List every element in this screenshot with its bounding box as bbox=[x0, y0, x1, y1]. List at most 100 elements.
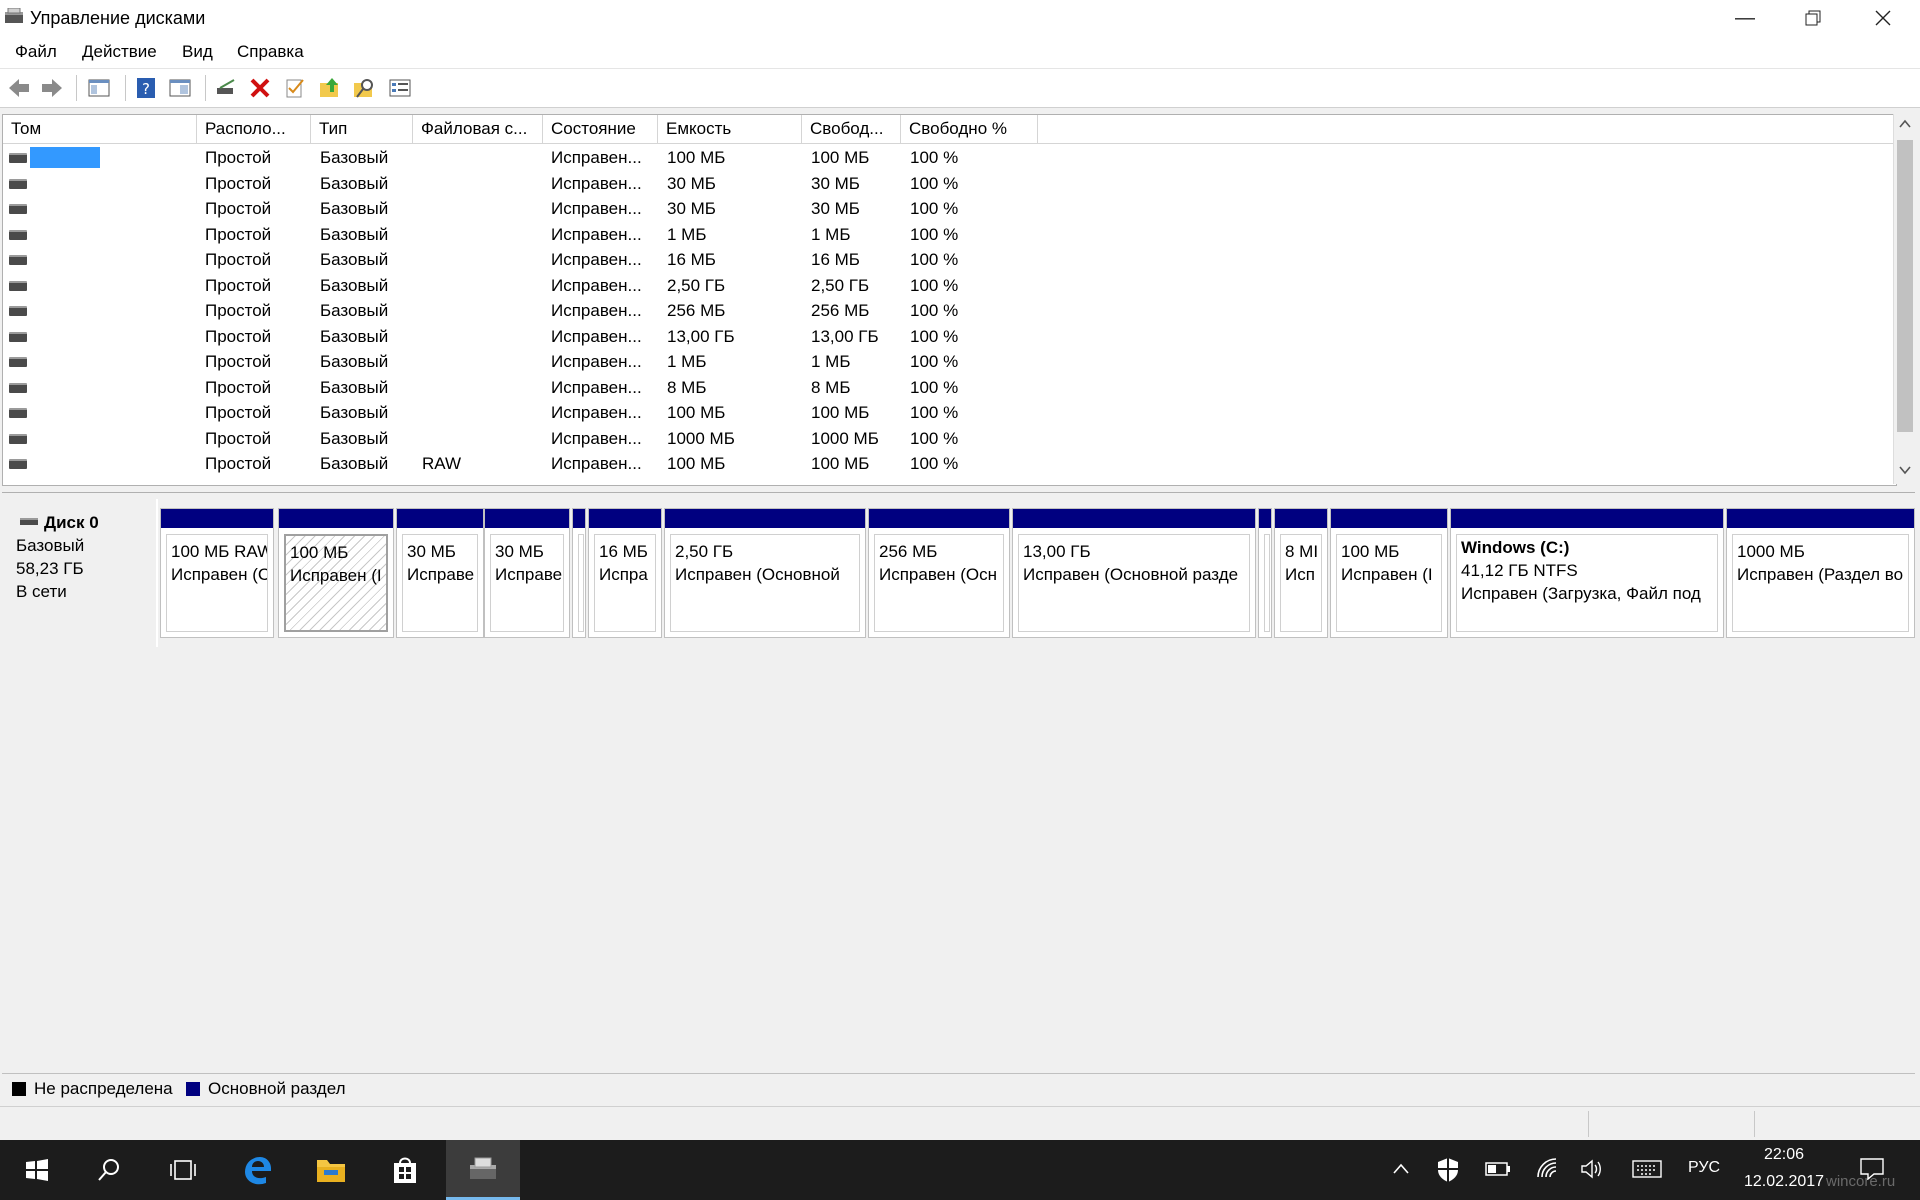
delete-icon[interactable] bbox=[248, 76, 272, 100]
column-header-capacity[interactable]: Емкость bbox=[658, 115, 802, 143]
volume-row[interactable]: Простой Базовый Исправен... 1 МБ 1 МБ 100 % bbox=[3, 349, 1873, 375]
column-header-status[interactable]: Состояние bbox=[543, 115, 658, 143]
clock-time[interactable]: 22:06 bbox=[1764, 1146, 1804, 1164]
edge-button[interactable] bbox=[220, 1140, 294, 1200]
volume-capacity: 30 МБ bbox=[667, 173, 716, 193]
column-header-type[interactable]: Тип bbox=[311, 115, 413, 143]
connect-icon[interactable] bbox=[214, 76, 238, 100]
volume-icon[interactable] bbox=[1580, 1158, 1604, 1180]
scroll-up-icon[interactable] bbox=[1899, 119, 1911, 129]
volume-drive-icon bbox=[9, 306, 27, 316]
list-view-icon[interactable] bbox=[388, 76, 412, 100]
upload-folder-icon[interactable] bbox=[318, 76, 342, 100]
volume-status: Исправен... bbox=[551, 199, 642, 218]
console-tree-icon[interactable] bbox=[87, 76, 111, 100]
help-icon[interactable]: ? bbox=[134, 76, 158, 100]
partition-block[interactable]: 100 МБ Исправен (I bbox=[1330, 508, 1448, 638]
partition-block[interactable]: 2,50 ГБ Исправен (Основной bbox=[664, 508, 866, 638]
column-header-layout[interactable]: Располо... bbox=[197, 115, 311, 143]
volume-free-percent: 100 % bbox=[910, 377, 959, 397]
scroll-down-icon[interactable] bbox=[1899, 465, 1911, 475]
properties-check-icon[interactable] bbox=[283, 76, 307, 100]
volume-row[interactable]: Простой Базовый Исправен... 16 МБ 16 МБ 100 % bbox=[3, 247, 1873, 273]
partition-block[interactable]: 100 МБ RAW Исправен (С bbox=[160, 508, 274, 638]
partition-size: 256 МБ bbox=[879, 542, 938, 561]
partition-block[interactable]: 100 МБ Исправен (I bbox=[278, 508, 394, 638]
volume-row[interactable]: Простой Базовый Исправен... 30 МБ 30 МБ 100 % bbox=[3, 196, 1873, 222]
column-header-volume[interactable]: Том bbox=[3, 115, 197, 143]
search-folder-icon[interactable] bbox=[352, 76, 376, 100]
partition-block[interactable] bbox=[1258, 508, 1272, 638]
volume-status: Исправен... bbox=[551, 377, 642, 397]
toolbar-separator bbox=[205, 75, 206, 101]
partition-status: Исправен (Осн bbox=[879, 565, 998, 584]
menu-view[interactable]: Вид bbox=[182, 42, 213, 62]
partition-block[interactable]: 1000 МБ Исправен (Раздел во bbox=[1726, 508, 1915, 638]
volume-row[interactable]: Простой Базовый Исправен... 100 МБ 100 МБ 100… bbox=[3, 145, 1873, 171]
volume-free-space: 1 МБ bbox=[811, 352, 851, 371]
partition-details: 100 МБ Исправен (I bbox=[1336, 534, 1442, 632]
scrollbar-thumb[interactable] bbox=[1897, 140, 1913, 432]
volume-free-percent: 100 % bbox=[910, 224, 959, 244]
search-button[interactable] bbox=[72, 1140, 146, 1200]
close-button[interactable] bbox=[1848, 0, 1918, 36]
partition-type-bar bbox=[1451, 509, 1723, 528]
partition-block[interactable]: 256 МБ Исправен (Осн bbox=[868, 508, 1010, 638]
volume-row[interactable]: Простой Базовый Исправен... 1 МБ 1 МБ 100 % bbox=[3, 222, 1873, 248]
selected-volume-highlight[interactable] bbox=[30, 147, 100, 168]
volume-row[interactable]: Простой Базовый Исправен... 256 МБ 256 МБ 100… bbox=[3, 298, 1873, 324]
column-header-free-space[interactable]: Свобод... bbox=[802, 115, 901, 143]
partition-size: 100 МБ RAW bbox=[171, 542, 268, 561]
back-icon[interactable] bbox=[7, 76, 31, 100]
minimize-icon: — bbox=[1735, 6, 1755, 29]
partition-block[interactable]: 8 МІ Исп bbox=[1274, 508, 1328, 638]
volume-row[interactable]: Простой Базовый Исправен... 30 МБ 30 МБ 100 % bbox=[3, 171, 1873, 197]
partition-block[interactable]: 13,00 ГБ Исправен (Основной разде bbox=[1012, 508, 1256, 638]
volume-drive-icon bbox=[9, 408, 27, 418]
keyboard-icon[interactable] bbox=[1632, 1159, 1662, 1179]
volume-drive-icon bbox=[9, 357, 27, 367]
volume-row[interactable]: Простой Базовый Исправен... 8 МБ 8 МБ 100 % bbox=[3, 375, 1873, 401]
wifi-icon[interactable] bbox=[1536, 1157, 1560, 1181]
partition-status: Исправен (I bbox=[290, 566, 382, 585]
volume-type: Базовый bbox=[320, 428, 389, 448]
partition-block[interactable] bbox=[572, 508, 586, 638]
task-view-button[interactable] bbox=[146, 1140, 220, 1200]
start-button[interactable] bbox=[0, 1140, 74, 1200]
battery-icon[interactable] bbox=[1485, 1161, 1511, 1177]
start-icon bbox=[26, 1159, 48, 1181]
minimize-button[interactable]: — bbox=[1710, 0, 1780, 36]
store-button[interactable] bbox=[368, 1140, 442, 1200]
restore-button[interactable] bbox=[1778, 0, 1848, 36]
volume-layout: Простой bbox=[205, 326, 272, 346]
volume-row[interactable]: Простой Базовый RAW Исправен... 100 МБ 100 МБ… bbox=[3, 451, 1873, 477]
column-header-free-percent[interactable]: Свободно % bbox=[901, 115, 1038, 143]
volume-row[interactable]: Простой Базовый Исправен... 100 МБ 100 МБ 100… bbox=[3, 400, 1873, 426]
forward-icon[interactable] bbox=[40, 76, 64, 100]
chevron-up-icon[interactable] bbox=[1392, 1162, 1410, 1176]
column-header-filesystem[interactable]: Файловая с... bbox=[413, 115, 543, 143]
partition-block[interactable]: Windows (C:) 41,12 ГБ NTFS Исправен (Загру… bbox=[1450, 508, 1724, 638]
partition-block[interactable]: 16 МБ Испра bbox=[588, 508, 662, 638]
disk-icon bbox=[20, 518, 38, 525]
defender-icon[interactable] bbox=[1437, 1157, 1459, 1183]
disk-0-label[interactable]: Диск 0 Базовый 58,23 ГБ В сети bbox=[4, 499, 158, 647]
menu-file[interactable]: Файл bbox=[15, 42, 57, 62]
input-language[interactable]: РУС bbox=[1688, 1159, 1720, 1177]
volume-layout: Простой bbox=[205, 428, 272, 448]
volume-type: Базовый bbox=[320, 275, 389, 295]
partition-block[interactable]: 30 МБ Исправе bbox=[484, 508, 570, 638]
disk-management-taskbar-button[interactable] bbox=[446, 1140, 520, 1200]
volume-row[interactable]: Простой Базовый Исправен... 1000 МБ 1000 МБ 1… bbox=[3, 426, 1873, 452]
volume-row[interactable]: Простой Базовый Исправен... 2,50 ГБ 2,50 ГБ 1… bbox=[3, 273, 1873, 299]
volume-row[interactable]: Простой Базовый Исправен... 13,00 ГБ 13,00 Г… bbox=[3, 324, 1873, 350]
clock-date[interactable]: 12.02.2017 bbox=[1744, 1173, 1824, 1191]
partition-block[interactable]: 30 МБ Исправе bbox=[396, 508, 484, 638]
menu-help[interactable]: Справка bbox=[237, 42, 304, 62]
explorer-button[interactable] bbox=[294, 1140, 368, 1200]
view-icon[interactable] bbox=[168, 76, 192, 100]
volume-list-scrollbar[interactable] bbox=[1893, 114, 1916, 484]
partition-type-bar bbox=[485, 509, 569, 528]
menu-action[interactable]: Действие bbox=[82, 42, 157, 62]
notification-center-icon[interactable] bbox=[1860, 1158, 1884, 1180]
